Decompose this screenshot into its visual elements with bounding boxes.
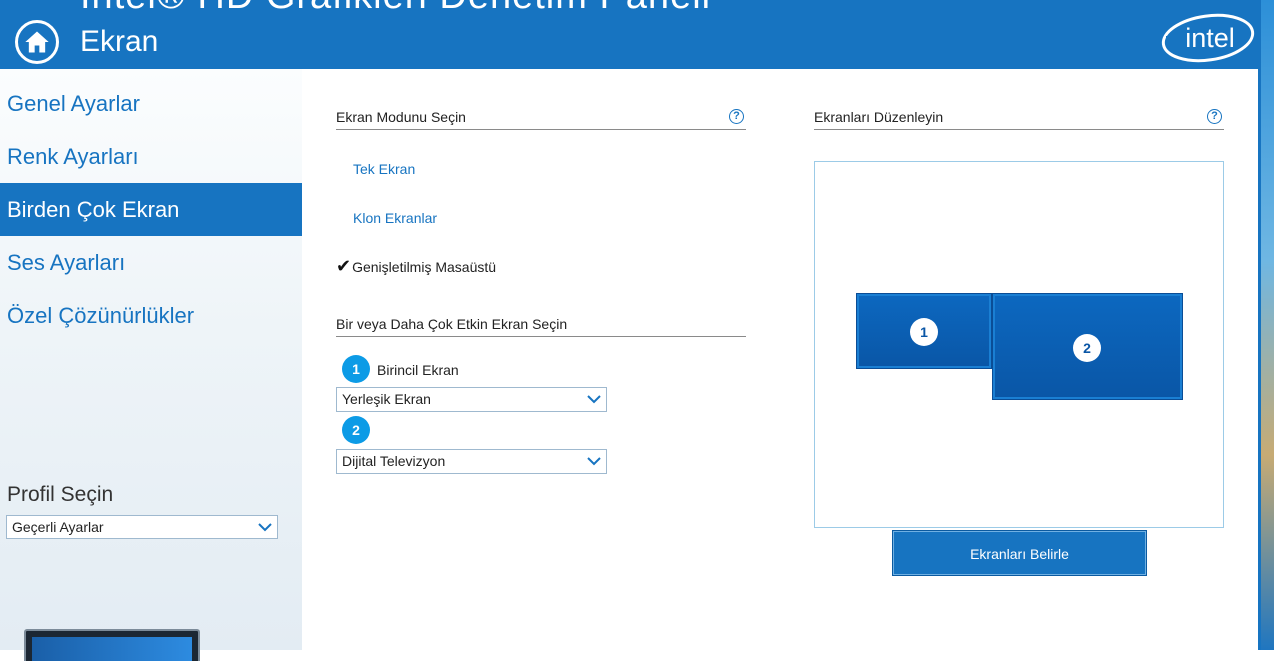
title-bar: Intel® HD Grafikleri Denetim Paneli Ekra…: [0, 0, 1258, 69]
display-mode-title: Ekran Modunu Seçin: [336, 109, 466, 125]
mode-option-clone-displays[interactable]: Klon Ekranlar: [353, 210, 437, 226]
active-displays-header: Bir veya Daha Çok Etkin Ekran Seçin: [336, 315, 746, 337]
primary-display-select[interactable]: Yerleşik Ekran: [336, 387, 607, 412]
intel-logo: intel: [1161, 13, 1255, 63]
profile-select[interactable]: Geçerli Ayarlar: [6, 515, 278, 539]
sidebar-item-color-settings[interactable]: Renk Ayarları: [0, 130, 302, 183]
display-1-badge: 1: [342, 355, 370, 383]
help-icon[interactable]: ?: [729, 109, 744, 124]
monitor-2-tile[interactable]: 2: [992, 293, 1183, 400]
help-icon[interactable]: ?: [1207, 109, 1222, 124]
sidebar-item-custom-resolutions[interactable]: Özel Çözünürlükler: [0, 289, 302, 342]
intel-logo-text: intel: [1185, 23, 1235, 53]
chevron-down-icon: [587, 457, 601, 466]
chevron-down-icon: [587, 395, 601, 404]
identify-displays-button[interactable]: Ekranları Belirle: [892, 530, 1147, 576]
second-display-select-value: Dijital Televizyon: [342, 453, 446, 469]
chevron-down-icon: [258, 523, 272, 532]
monitor-1-number: 1: [910, 318, 938, 346]
monitor-2-number: 2: [1073, 334, 1101, 362]
checkmark-icon: ✔: [336, 256, 352, 276]
primary-display-label: Birincil Ekran: [377, 362, 459, 378]
primary-display-select-value: Yerleşik Ekran: [342, 391, 431, 407]
arrange-displays-title: Ekranları Düzenleyin: [814, 109, 944, 125]
mode-option-single-display[interactable]: Tek Ekran: [353, 161, 415, 177]
display-2-badge: 2: [342, 416, 370, 444]
app-title: Intel® HD Grafikleri Denetim Paneli: [80, 0, 711, 18]
window-border: [1258, 0, 1261, 650]
sidebar-item-general-settings[interactable]: Genel Ayarlar: [0, 77, 302, 130]
monitor-thumbnail-screen: [32, 637, 192, 661]
sidebar-item-audio-settings[interactable]: Ses Ayarları: [0, 236, 302, 289]
sidebar-item-multiple-displays[interactable]: Birden Çok Ekran: [0, 183, 302, 236]
second-display-select[interactable]: Dijital Televizyon: [336, 449, 607, 474]
monitor-thumbnail: [24, 629, 200, 661]
page-title: Ekran: [80, 25, 159, 58]
active-displays-title: Bir veya Daha Çok Etkin Ekran Seçin: [336, 316, 568, 332]
display-arrangement-area: 1 2: [814, 161, 1224, 528]
display-mode-header: Ekran Modunu Seçin ?: [336, 108, 746, 130]
home-button[interactable]: [15, 20, 59, 64]
mode-option-extended-desktop[interactable]: ✔Genişletilmiş Masaüstü: [336, 256, 496, 277]
profile-select-value: Geçerli Ayarlar: [12, 519, 104, 535]
home-icon: [25, 31, 49, 53]
main-panel: Ekran Modunu Seçin ? Tek Ekran Klon Ekra…: [302, 69, 1258, 650]
monitor-1-tile[interactable]: 1: [856, 293, 992, 369]
arrange-displays-header: Ekranları Düzenleyin ?: [814, 108, 1224, 130]
sidebar: Genel Ayarlar Renk Ayarları Birden Çok E…: [0, 69, 302, 661]
mode-option-extended-desktop-label: Genişletilmiş Masaüstü: [352, 259, 497, 275]
profile-label: Profil Seçin: [7, 483, 114, 506]
